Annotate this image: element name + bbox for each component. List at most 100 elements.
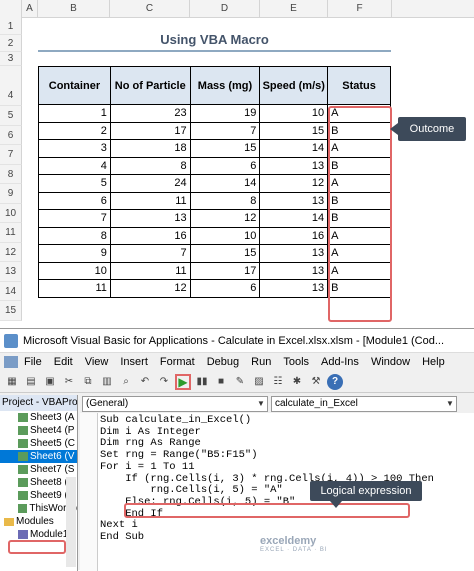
table-cell[interactable]: 16 <box>109 226 191 245</box>
menu-tools[interactable]: Tools <box>283 356 309 368</box>
table-cell[interactable]: 3 <box>38 139 111 158</box>
menu-format[interactable]: Format <box>160 356 195 368</box>
tree-item-sheet4[interactable]: Sheet4 (P <box>0 424 77 437</box>
table-cell[interactable]: 15 <box>189 139 261 158</box>
table-cell[interactable]: 10 <box>259 104 329 123</box>
row-header-7[interactable]: 7 <box>0 145 22 165</box>
table-cell[interactable]: 23 <box>109 104 191 123</box>
break-icon[interactable]: ▮▮ <box>194 374 210 390</box>
excel-view-icon[interactable]: ▦ <box>4 374 20 390</box>
project-explorer-icon[interactable]: ▨ <box>251 374 267 390</box>
reset-icon[interactable]: ■ <box>213 374 229 390</box>
code-gutter[interactable] <box>80 413 98 571</box>
table-cell[interactable]: 13 <box>259 156 329 175</box>
run-icon[interactable]: ▶ <box>175 373 191 390</box>
table-cell[interactable]: 2 <box>38 121 111 140</box>
table-cell[interactable]: 6 <box>189 156 261 175</box>
toolbox-icon[interactable]: ⚒ <box>308 374 324 390</box>
table-cell[interactable]: 9 <box>38 244 111 263</box>
table-cell[interactable]: 7 <box>38 209 111 228</box>
menu-help[interactable]: Help <box>422 356 445 368</box>
tree-item-sheet5[interactable]: Sheet5 (C <box>0 437 77 450</box>
project-scrollbar[interactable] <box>66 477 76 567</box>
row-header-8[interactable]: 8 <box>0 164 22 184</box>
column-header-b[interactable]: B <box>38 0 110 18</box>
column-header-a[interactable]: A <box>22 0 38 18</box>
vba-menu-icon[interactable] <box>4 356 18 368</box>
insert-module-icon[interactable]: ▤ <box>23 374 39 390</box>
procedure-dropdown[interactable]: calculate_in_Excel ▼ <box>271 396 457 412</box>
paste-icon[interactable]: ▥ <box>99 374 115 390</box>
properties-icon[interactable]: ☷ <box>270 374 286 390</box>
table-cell[interactable]: 11 <box>109 261 191 280</box>
table-cell[interactable]: 13 <box>109 209 191 228</box>
menu-debug[interactable]: Debug <box>207 356 239 368</box>
column-header-d[interactable]: D <box>190 0 260 18</box>
table-cell[interactable]: 6 <box>38 191 111 210</box>
find-icon[interactable]: ⌕ <box>118 374 134 390</box>
header-status[interactable]: Status <box>327 66 391 105</box>
row-header-1[interactable]: 1 <box>0 18 22 35</box>
table-cell[interactable]: 8 <box>109 156 191 175</box>
save-icon[interactable]: ▣ <box>42 374 58 390</box>
table-cell[interactable]: 13 <box>259 261 329 280</box>
code-line[interactable]: Next i <box>100 520 434 532</box>
row-header-14[interactable]: 14 <box>0 281 22 301</box>
table-cell[interactable]: 12 <box>109 279 191 298</box>
tree-item-sheet7[interactable]: Sheet7 (S <box>0 463 77 476</box>
menu-view[interactable]: View <box>85 356 109 368</box>
row-header-12[interactable]: 12 <box>0 242 22 262</box>
table-cell[interactable]: 11 <box>38 279 111 298</box>
menu-insert[interactable]: Insert <box>120 356 148 368</box>
menu-run[interactable]: Run <box>251 356 271 368</box>
table-cell[interactable]: 24 <box>109 174 191 193</box>
select-all-corner[interactable] <box>0 0 22 18</box>
redo-icon[interactable]: ↷ <box>156 374 172 390</box>
row-header-4[interactable]: 4 <box>0 66 22 106</box>
table-cell[interactable]: 8 <box>189 191 261 210</box>
table-cell[interactable]: 11 <box>109 191 191 210</box>
row-header-9[interactable]: 9 <box>0 184 22 204</box>
column-header-c[interactable]: C <box>110 0 190 18</box>
row-header-2[interactable]: 2 <box>0 35 22 52</box>
menu-add-ins[interactable]: Add-Ins <box>321 356 359 368</box>
table-cell[interactable]: 14 <box>259 139 329 158</box>
table-cell[interactable]: 15 <box>259 121 329 140</box>
table-cell[interactable]: 13 <box>259 244 329 263</box>
header-particle[interactable]: No of Particle <box>109 66 191 105</box>
header-mass[interactable]: Mass (mg) <box>189 66 261 105</box>
help-icon[interactable]: ? <box>327 373 343 390</box>
header-speed[interactable]: Speed (m/s) <box>259 66 329 105</box>
table-cell[interactable]: 18 <box>109 139 191 158</box>
column-header-f[interactable]: F <box>328 0 392 18</box>
table-cell[interactable]: 14 <box>259 209 329 228</box>
code-editor[interactable]: Sub calculate_in_Excel() Dim i As Integer… <box>100 414 434 544</box>
cut-icon[interactable]: ✂ <box>61 374 77 390</box>
row-header-13[interactable]: 13 <box>0 262 22 282</box>
design-mode-icon[interactable]: ✎ <box>232 374 248 390</box>
row-header-10[interactable]: 10 <box>0 203 22 223</box>
tree-item-sheet3[interactable]: Sheet3 (A <box>0 411 77 424</box>
table-cell[interactable]: 1 <box>38 104 111 123</box>
object-browser-icon[interactable]: ✱ <box>289 374 305 390</box>
table-cell[interactable]: 12 <box>189 209 261 228</box>
table-cell[interactable]: 15 <box>189 244 261 263</box>
table-cell[interactable]: 10 <box>38 261 111 280</box>
table-cell[interactable]: 7 <box>189 121 261 140</box>
table-cell[interactable]: 7 <box>109 244 191 263</box>
row-header-11[interactable]: 11 <box>0 223 22 243</box>
table-cell[interactable]: 17 <box>189 261 261 280</box>
menu-edit[interactable]: Edit <box>54 356 73 368</box>
code-line[interactable]: For i = 1 To 11 <box>100 461 434 474</box>
tree-item-sheet6[interactable]: Sheet6 (V <box>0 450 77 463</box>
table-cell[interactable]: 14 <box>189 174 261 193</box>
table-cell[interactable]: 13 <box>259 191 329 210</box>
table-cell[interactable]: 16 <box>259 226 329 245</box>
menu-file[interactable]: File <box>24 356 42 368</box>
undo-icon[interactable]: ↶ <box>137 374 153 390</box>
table-cell[interactable]: 8 <box>38 226 111 245</box>
table-cell[interactable]: 4 <box>38 156 111 175</box>
table-cell[interactable]: 12 <box>259 174 329 193</box>
code-line[interactable]: Sub calculate_in_Excel() <box>100 414 434 427</box>
table-cell[interactable]: 10 <box>189 226 261 245</box>
